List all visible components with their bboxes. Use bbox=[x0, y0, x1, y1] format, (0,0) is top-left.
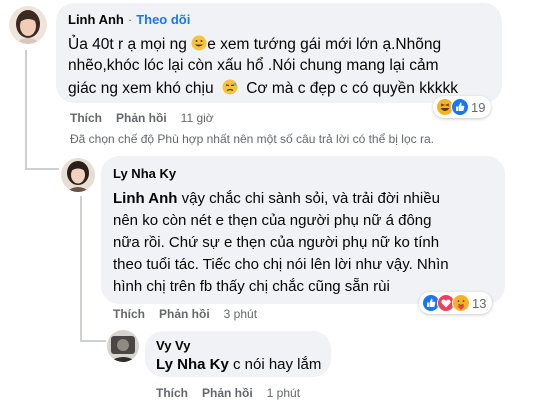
filter-note: Đã chọn chế độ Phù hợp nhất nên một số c… bbox=[70, 132, 434, 146]
comment-line-5: hình chị trên fb thấy chị chắc cũng sẵn … bbox=[113, 278, 390, 295]
comment-text: vậy chắc chi sành sỏi, và trải đời nhiều bbox=[181, 190, 440, 207]
author-name[interactable]: Vy Vy bbox=[156, 338, 190, 353]
avatar-vy-vy[interactable] bbox=[107, 330, 139, 362]
reply-button[interactable]: Phản hồi bbox=[116, 111, 167, 125]
comment-line-1: Ủa 40t r ạ mọi ng e xem tướng gái mới lớ… bbox=[68, 35, 441, 56]
comment-timestamp[interactable]: 11 giờ bbox=[181, 111, 214, 125]
reply-button[interactable]: Phản hồi bbox=[202, 386, 253, 400]
reaction-count: 19 bbox=[471, 99, 486, 115]
avatar-ly-nha-ky[interactable] bbox=[61, 158, 95, 192]
mention-link[interactable]: Ly Nha Ky bbox=[156, 356, 229, 373]
comment-line-1: Ly Nha Ky c nói hay lắm bbox=[156, 356, 321, 373]
comment-line-2: nên ko còn nét e thẹn của người phụ nữ á… bbox=[113, 212, 432, 229]
comment-timestamp[interactable]: 1 phút bbox=[267, 386, 300, 400]
comment-text: c nói hay lắm bbox=[232, 356, 322, 373]
like-button[interactable]: Thích bbox=[70, 111, 102, 125]
comment-timestamp[interactable]: 3 phút bbox=[224, 307, 257, 321]
separator-dot: · bbox=[127, 12, 133, 27]
reaction-count: 13 bbox=[472, 295, 487, 311]
thread-line-nested-branch bbox=[80, 340, 106, 342]
comment-actions-vy-vy: Thích Phản hồi 1 phút bbox=[156, 386, 300, 400]
comment-line-4: theo tuổi tác. Tiếc cho chị nói lên lời … bbox=[113, 256, 449, 273]
comment-header-vy-vy: Vy Vy bbox=[156, 338, 190, 353]
comment-header-linh-anh: Linh Anh · Theo dõi bbox=[68, 12, 190, 27]
sweat-emoji-icon bbox=[222, 79, 238, 100]
reply-button[interactable]: Phản hồi bbox=[159, 307, 210, 321]
mention-link[interactable]: Linh Anh bbox=[113, 190, 177, 207]
comment-line-2: nhẽo,khóc lóc lại còn xấu hổ .Nói chung … bbox=[68, 57, 439, 74]
like-button[interactable]: Thích bbox=[113, 307, 145, 321]
author-name[interactable]: Ly Nha Ky bbox=[113, 166, 176, 181]
like-button[interactable]: Thích bbox=[156, 386, 188, 400]
comment-line-3: nữa rồi. Chứ sự e thẹn của người phụ nữ … bbox=[113, 234, 440, 251]
comment-text: e xem tướng gái mới lớn ạ.Nhõng bbox=[207, 36, 442, 53]
comment-line-1: Linh Anh vậy chắc chi sành sỏi, và trải … bbox=[113, 190, 440, 207]
comment-actions-ly-nha-ky: Thích Phản hồi 3 phút bbox=[113, 307, 257, 321]
comment-text: giác ng xem khó chịu bbox=[68, 80, 214, 97]
comment-line-3: giác ng xem khó chịu Cơ mà c đẹp c có qu… bbox=[68, 79, 458, 100]
like-reaction-icon bbox=[451, 98, 469, 116]
avatar-linh-anh[interactable] bbox=[9, 6, 47, 44]
reaction-summary[interactable]: 13 bbox=[419, 292, 493, 314]
thread-line-main bbox=[25, 50, 27, 170]
care-reaction-icon bbox=[452, 294, 470, 312]
thread-line-nested bbox=[80, 196, 82, 342]
smile-emoji-icon bbox=[191, 35, 207, 56]
author-name[interactable]: Linh Anh bbox=[68, 12, 124, 27]
comment-header-ly-nha-ky: Ly Nha Ky bbox=[113, 166, 176, 181]
follow-link[interactable]: Theo dõi bbox=[136, 12, 190, 27]
reaction-summary[interactable]: 19 bbox=[433, 96, 492, 118]
comment-actions-linh-anh: Thích Phản hồi 11 giờ bbox=[70, 111, 214, 125]
comment-text: Cơ mà c đẹp c có quyền kkkkk bbox=[246, 80, 458, 97]
comment-text: Ủa 40t r ạ mọi ng bbox=[68, 36, 187, 53]
thread-line-branch bbox=[25, 168, 59, 170]
